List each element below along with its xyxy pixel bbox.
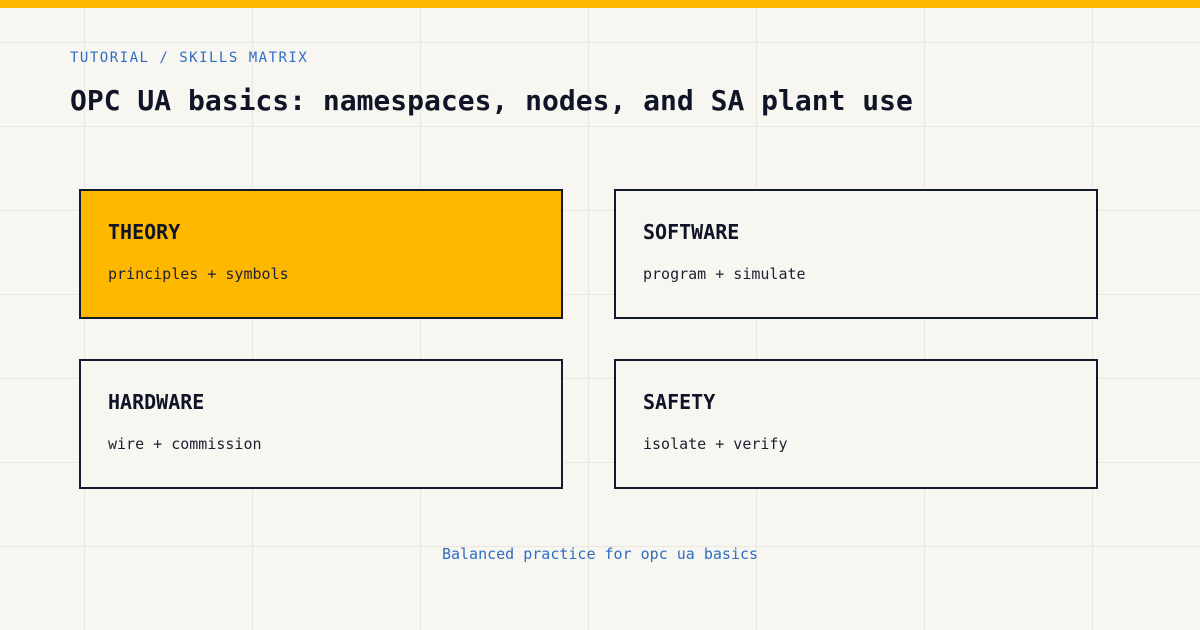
top-accent-bar xyxy=(0,0,1200,8)
breadcrumb: TUTORIAL / SKILLS MATRIX xyxy=(70,50,309,66)
skill-card-description: isolate + verify xyxy=(643,435,788,453)
skill-card-description: principles + symbols xyxy=(108,265,289,283)
skill-card-description: wire + commission xyxy=(108,435,262,453)
skill-card-title: HARDWARE xyxy=(108,390,205,414)
page-title: OPC UA basics: namespaces, nodes, and SA… xyxy=(70,84,913,117)
footer-note: Balanced practice for opc ua basics xyxy=(441,545,759,563)
skill-card-title: THEORY xyxy=(108,220,181,244)
skill-card-safety[interactable]: SAFETY isolate + verify xyxy=(614,359,1098,489)
skill-card-theory[interactable]: THEORY principles + symbols xyxy=(79,189,563,319)
skill-card-title: SAFETY xyxy=(643,390,716,414)
skill-card-hardware[interactable]: HARDWARE wire + commission xyxy=(79,359,563,489)
skill-card-description: program + simulate xyxy=(643,265,806,283)
skill-card-title: SOFTWARE xyxy=(643,220,740,244)
skill-card-software[interactable]: SOFTWARE program + simulate xyxy=(614,189,1098,319)
